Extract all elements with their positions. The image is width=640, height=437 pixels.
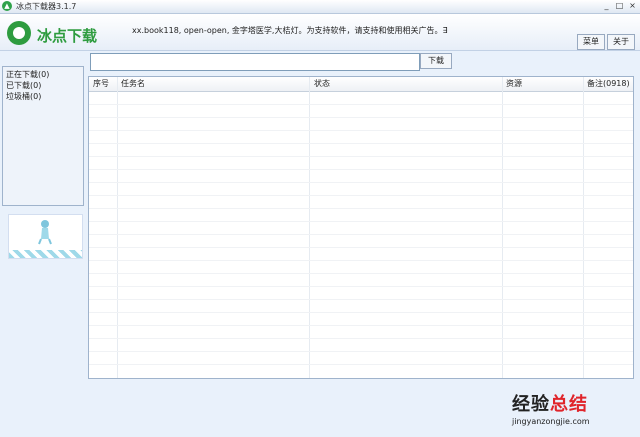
title-bar: ▲ 冰点下载器3.1.7 _ □ × [0, 0, 640, 14]
column-header-note[interactable]: 备注(0918) [587, 77, 630, 91]
row-divider [89, 325, 633, 326]
menu-button[interactable]: 菜单 [577, 34, 605, 50]
row-divider [89, 195, 633, 196]
column-header-task[interactable]: 任务名 [121, 77, 145, 91]
column-header-source[interactable]: 资源 [506, 77, 522, 91]
row-divider [89, 364, 633, 365]
column-header-index[interactable]: 序号 [93, 77, 109, 91]
promo-banner[interactable] [8, 214, 83, 259]
task-table[interactable]: 序号 任务名 状态 资源 备注(0918) [88, 76, 634, 379]
brand-name: 冰点下载 [37, 27, 98, 45]
sidebar-item-trash[interactable]: 垃圾桶(0) [3, 91, 83, 102]
row-divider [89, 143, 633, 144]
row-divider [89, 182, 633, 183]
row-divider [89, 130, 633, 131]
row-divider [89, 273, 633, 274]
announcement-text: xx.book118, open-open, 金字塔医学,大桔灯。为支持软件，请… [132, 26, 448, 35]
promo-stripe [9, 250, 82, 258]
row-divider [89, 169, 633, 170]
sidebar-item-downloading[interactable]: 正在下载(0) [3, 69, 83, 80]
row-divider [89, 260, 633, 261]
download-button[interactable]: 下载 [420, 53, 452, 69]
watermark-main-a: 经验 [512, 394, 550, 415]
row-divider [89, 156, 633, 157]
row-divider [89, 234, 633, 235]
table-header: 序号 任务名 状态 资源 备注(0918) [89, 77, 633, 92]
row-divider [89, 286, 633, 287]
window-title: 冰点下载器3.1.7 [16, 2, 77, 11]
about-button[interactable]: 关于 [607, 34, 635, 50]
row-divider [89, 299, 633, 300]
app-header: 冰点下载 xx.book118, open-open, 金字塔医学,大桔灯。为支… [0, 14, 640, 51]
sidebar: 正在下载(0) 已下载(0) 垃圾桶(0) [2, 66, 84, 206]
column-divider [502, 77, 503, 378]
url-input[interactable] [90, 53, 420, 71]
brand-logo-inner-icon [13, 27, 25, 39]
row-divider [89, 104, 633, 105]
column-divider [583, 77, 584, 378]
row-divider [89, 117, 633, 118]
sidebar-item-downloaded[interactable]: 已下载(0) [3, 80, 83, 91]
row-divider [89, 208, 633, 209]
row-divider [89, 247, 633, 248]
mascot-icon [38, 220, 52, 245]
row-divider [89, 338, 633, 339]
column-divider [117, 77, 118, 378]
watermark-url: jingyanzongjie.com [512, 417, 590, 426]
app-logo-icon: ▲ [2, 1, 12, 11]
column-header-status[interactable]: 状态 [314, 77, 330, 91]
watermark-main-b: 总结 [550, 394, 588, 415]
column-divider [309, 77, 310, 378]
row-divider [89, 221, 633, 222]
minimize-button[interactable]: _ [601, 1, 612, 11]
maximize-button[interactable]: □ [614, 1, 625, 11]
close-button[interactable]: × [627, 1, 638, 11]
site-watermark: 经验总结 jingyanzongjie.com [512, 390, 590, 426]
row-divider [89, 351, 633, 352]
row-divider [89, 312, 633, 313]
